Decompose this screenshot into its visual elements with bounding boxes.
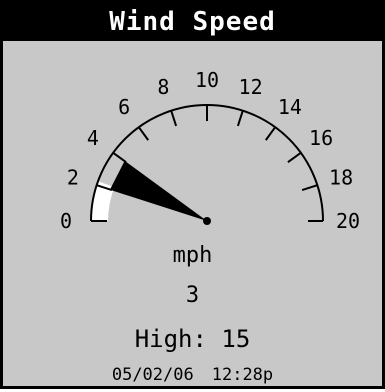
needle-hub (203, 217, 211, 225)
gauge-tick (301, 184, 318, 192)
gauge-label: 18 (329, 165, 353, 189)
gauge-tick (170, 110, 178, 127)
gauge-label: 2 (67, 165, 79, 189)
high-value: 15 (221, 325, 251, 353)
gauge-label: 20 (336, 209, 360, 233)
high-readout: High: 15 (3, 325, 382, 353)
gauge-label: 6 (118, 95, 130, 119)
needle (109, 160, 207, 221)
timestamp: 05/02/06 12:28p (3, 365, 382, 385)
gauge-label: 14 (278, 95, 302, 119)
gauge-label: 12 (239, 75, 263, 99)
gauge-label: 4 (87, 126, 99, 150)
gauge-tick (236, 110, 244, 127)
high-label: High: (134, 325, 207, 353)
gauge-tick (137, 126, 150, 141)
gauge-label: 0 (60, 209, 72, 233)
time: 12:28p (211, 365, 274, 385)
current-value: 3 (185, 283, 200, 308)
wind-speed-window: Wind Speed 0 2 4 6 8 10 12 14 16 18 20 mph 3 High:… (0, 0, 385, 389)
gauge-tick (264, 126, 277, 141)
gauge-label: 10 (195, 68, 219, 92)
gauge-label: 8 (157, 75, 169, 99)
gauge-tick (112, 151, 127, 164)
gauge-label: 16 (309, 126, 333, 150)
gauge-tick (287, 151, 302, 164)
unit-label: mph (172, 243, 213, 268)
date: 05/02/06 (111, 365, 194, 385)
